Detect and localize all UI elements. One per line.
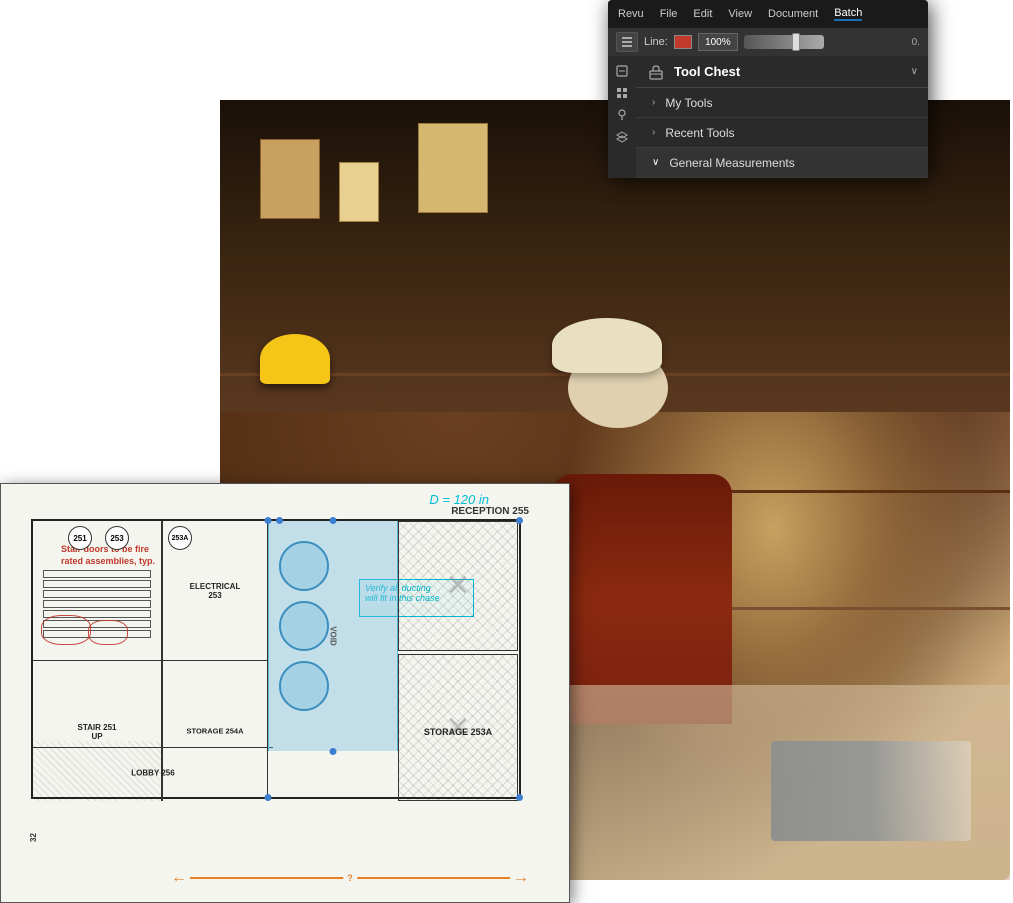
cad-window: Revu File Edit View Document Markup Tool…: [0, 483, 570, 903]
tool-chest-chevron[interactable]: ∨: [911, 66, 918, 77]
my-tools-arrow: ›: [652, 97, 655, 108]
my-tools-item[interactable]: › My Tools: [636, 88, 928, 118]
layers-icon: [621, 36, 633, 48]
lobby-label: STORAGE 253A: [398, 727, 518, 737]
layers-panel-icon[interactable]: [613, 128, 631, 146]
general-measurements-label: General Measurements: [669, 156, 794, 170]
elevator-box-1: ✕: [398, 554, 518, 651]
tool-chest-title: Tool Chest: [674, 64, 911, 79]
left-icon-strip: [608, 56, 636, 178]
line-label: Line:: [644, 36, 668, 48]
cad-main-area: D = 120 in RECEPTION 255 Stair doors to …: [1, 554, 569, 902]
storage-253a-label: STORAGE 254A: [170, 727, 260, 736]
tool-chest-popup: Revu File Edit View Document Batch Line:…: [608, 0, 928, 178]
recent-tools-arrow: ›: [652, 127, 655, 138]
select-dot-5: [516, 794, 523, 801]
markup-icon[interactable]: [613, 62, 631, 80]
popup-toolbar: Line: 0.: [608, 28, 928, 56]
elevator-section: ✕ ✕: [398, 554, 523, 801]
my-tools-label: My Tools: [665, 96, 712, 110]
popup-menubar: Revu File Edit View Document Batch: [608, 0, 928, 28]
tool-chest-header: Tool Chest ∨: [636, 56, 928, 88]
dim-line: ?: [190, 877, 510, 879]
recent-tools-item[interactable]: › Recent Tools: [636, 118, 928, 148]
storage-254a-label: LOBBY 256: [131, 768, 174, 777]
menu-edit[interactable]: Edit: [693, 8, 712, 20]
void-label: VOID: [329, 626, 338, 646]
electrical-label: ELECTRICAL 253: [190, 582, 241, 600]
pin-icon[interactable]: [613, 106, 631, 124]
general-measurements-item[interactable]: ∨ General Measurements: [636, 148, 928, 178]
void-coil-1: [279, 554, 329, 591]
extra-value: 0.: [912, 37, 920, 48]
menu-batch[interactable]: Batch: [834, 7, 862, 21]
select-dot-4: [265, 794, 272, 801]
tool-chest-content: Tool Chest ∨ › My Tools › Recent Tools ∨…: [636, 56, 928, 178]
opacity-slider[interactable]: [744, 35, 824, 49]
coil-left: [41, 615, 91, 645]
dim-32: 32: [29, 833, 38, 842]
stair-upper: 251 253: [33, 554, 161, 661]
void-section: VOID: [268, 554, 398, 751]
coil-right: [88, 620, 128, 645]
menu-revu[interactable]: Revu: [618, 8, 644, 20]
arrow-left-icon: ←: [171, 869, 187, 887]
menu-view[interactable]: View: [728, 8, 752, 20]
menu-document[interactable]: Document: [768, 8, 818, 20]
toolbar-icon-btn[interactable]: [616, 32, 638, 52]
general-measurements-arrow: ∨: [652, 157, 659, 168]
cad-drawing: D = 120 in RECEPTION 255 Stair doors to …: [1, 554, 569, 902]
elevator-x1: ✕: [445, 569, 470, 604]
storage-254a-section: LOBBY 256: [33, 747, 273, 797]
void-dot-bottom: [330, 748, 337, 755]
electrical-section: ELECTRICAL 253 253A: [163, 554, 268, 661]
recent-tools-label: Recent Tools: [665, 126, 734, 140]
grid-icon[interactable]: [613, 84, 631, 102]
void-coil-3: [279, 661, 329, 711]
arrow-right-icon: →: [513, 869, 529, 887]
color-swatch[interactable]: [674, 35, 692, 49]
dim-question: ?: [343, 873, 357, 883]
void-coil-2: [279, 601, 329, 651]
tool-chest-icon: [646, 62, 666, 82]
stair-label: STAIR 251UP: [38, 723, 156, 741]
panel-container: Tool Chest ∨ › My Tools › Recent Tools ∨…: [608, 56, 928, 178]
percent-input[interactable]: [698, 33, 738, 51]
menu-file[interactable]: File: [660, 8, 678, 20]
dimension-arrow: ← ? →: [171, 869, 529, 887]
toolbox-icon: [648, 64, 664, 80]
floor-plan-outline: 251 253 STAIR 251UP: [31, 554, 521, 799]
